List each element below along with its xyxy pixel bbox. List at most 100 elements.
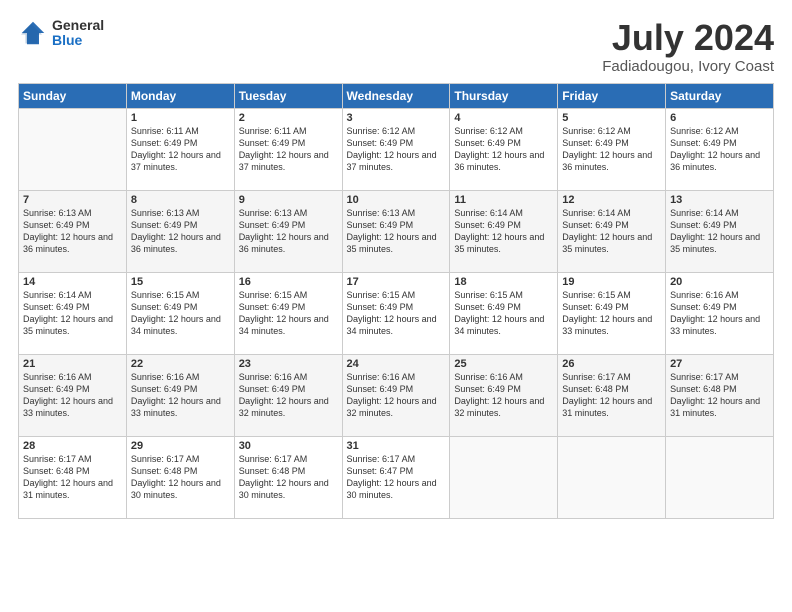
cell-info: Sunrise: 6:12 AMSunset: 6:49 PMDaylight:… bbox=[347, 125, 446, 174]
page: General Blue July 2024 Fadiadougou, Ivor… bbox=[0, 0, 792, 612]
week-row-4: 21Sunrise: 6:16 AMSunset: 6:49 PMDayligh… bbox=[19, 354, 774, 436]
calendar-cell: 20Sunrise: 6:16 AMSunset: 6:49 PMDayligh… bbox=[666, 272, 774, 354]
day-number: 25 bbox=[454, 358, 553, 370]
calendar-cell bbox=[19, 108, 127, 190]
day-number: 12 bbox=[562, 194, 661, 206]
day-number: 31 bbox=[347, 440, 446, 452]
calendar-cell: 9Sunrise: 6:13 AMSunset: 6:49 PMDaylight… bbox=[234, 190, 342, 272]
calendar-cell: 18Sunrise: 6:15 AMSunset: 6:49 PMDayligh… bbox=[450, 272, 558, 354]
calendar-cell: 12Sunrise: 6:14 AMSunset: 6:49 PMDayligh… bbox=[558, 190, 666, 272]
calendar-cell: 24Sunrise: 6:16 AMSunset: 6:49 PMDayligh… bbox=[342, 354, 450, 436]
calendar-cell: 1Sunrise: 6:11 AMSunset: 6:49 PMDaylight… bbox=[126, 108, 234, 190]
logo: General Blue bbox=[18, 18, 104, 49]
day-number: 16 bbox=[239, 276, 338, 288]
week-row-5: 28Sunrise: 6:17 AMSunset: 6:48 PMDayligh… bbox=[19, 436, 774, 518]
cell-info: Sunrise: 6:15 AMSunset: 6:49 PMDaylight:… bbox=[239, 289, 338, 338]
day-number: 19 bbox=[562, 276, 661, 288]
day-number: 6 bbox=[670, 112, 769, 124]
calendar-cell: 15Sunrise: 6:15 AMSunset: 6:49 PMDayligh… bbox=[126, 272, 234, 354]
calendar-cell bbox=[666, 436, 774, 518]
day-number: 10 bbox=[347, 194, 446, 206]
day-number: 3 bbox=[347, 112, 446, 124]
day-number: 11 bbox=[454, 194, 553, 206]
week-row-3: 14Sunrise: 6:14 AMSunset: 6:49 PMDayligh… bbox=[19, 272, 774, 354]
cell-info: Sunrise: 6:12 AMSunset: 6:49 PMDaylight:… bbox=[670, 125, 769, 174]
cell-info: Sunrise: 6:15 AMSunset: 6:49 PMDaylight:… bbox=[347, 289, 446, 338]
weekday-header-sunday: Sunday bbox=[19, 83, 127, 108]
calendar-cell: 11Sunrise: 6:14 AMSunset: 6:49 PMDayligh… bbox=[450, 190, 558, 272]
cell-info: Sunrise: 6:15 AMSunset: 6:49 PMDaylight:… bbox=[131, 289, 230, 338]
logo-text: General Blue bbox=[52, 18, 104, 49]
day-number: 22 bbox=[131, 358, 230, 370]
calendar-cell: 19Sunrise: 6:15 AMSunset: 6:49 PMDayligh… bbox=[558, 272, 666, 354]
logo-general: General bbox=[52, 18, 104, 33]
day-number: 2 bbox=[239, 112, 338, 124]
calendar-cell: 7Sunrise: 6:13 AMSunset: 6:49 PMDaylight… bbox=[19, 190, 127, 272]
cell-info: Sunrise: 6:13 AMSunset: 6:49 PMDaylight:… bbox=[23, 207, 122, 256]
cell-info: Sunrise: 6:14 AMSunset: 6:49 PMDaylight:… bbox=[562, 207, 661, 256]
calendar-cell: 13Sunrise: 6:14 AMSunset: 6:49 PMDayligh… bbox=[666, 190, 774, 272]
cell-info: Sunrise: 6:16 AMSunset: 6:49 PMDaylight:… bbox=[454, 371, 553, 420]
calendar-cell: 10Sunrise: 6:13 AMSunset: 6:49 PMDayligh… bbox=[342, 190, 450, 272]
logo-icon bbox=[18, 18, 48, 48]
calendar-cell: 21Sunrise: 6:16 AMSunset: 6:49 PMDayligh… bbox=[19, 354, 127, 436]
weekday-header-friday: Friday bbox=[558, 83, 666, 108]
cell-info: Sunrise: 6:13 AMSunset: 6:49 PMDaylight:… bbox=[239, 207, 338, 256]
cell-info: Sunrise: 6:17 AMSunset: 6:48 PMDaylight:… bbox=[239, 453, 338, 502]
logo-blue: Blue bbox=[52, 33, 104, 48]
day-number: 14 bbox=[23, 276, 122, 288]
weekday-header-row: SundayMondayTuesdayWednesdayThursdayFrid… bbox=[19, 83, 774, 108]
calendar-cell: 6Sunrise: 6:12 AMSunset: 6:49 PMDaylight… bbox=[666, 108, 774, 190]
cell-info: Sunrise: 6:17 AMSunset: 6:48 PMDaylight:… bbox=[23, 453, 122, 502]
day-number: 17 bbox=[347, 276, 446, 288]
calendar-cell: 5Sunrise: 6:12 AMSunset: 6:49 PMDaylight… bbox=[558, 108, 666, 190]
calendar-cell: 8Sunrise: 6:13 AMSunset: 6:49 PMDaylight… bbox=[126, 190, 234, 272]
day-number: 28 bbox=[23, 440, 122, 452]
day-number: 21 bbox=[23, 358, 122, 370]
day-number: 1 bbox=[131, 112, 230, 124]
calendar-cell: 22Sunrise: 6:16 AMSunset: 6:49 PMDayligh… bbox=[126, 354, 234, 436]
calendar-cell: 14Sunrise: 6:14 AMSunset: 6:49 PMDayligh… bbox=[19, 272, 127, 354]
month-title: July 2024 bbox=[602, 18, 774, 58]
cell-info: Sunrise: 6:13 AMSunset: 6:49 PMDaylight:… bbox=[347, 207, 446, 256]
cell-info: Sunrise: 6:11 AMSunset: 6:49 PMDaylight:… bbox=[239, 125, 338, 174]
day-number: 29 bbox=[131, 440, 230, 452]
calendar-cell: 29Sunrise: 6:17 AMSunset: 6:48 PMDayligh… bbox=[126, 436, 234, 518]
calendar-cell: 28Sunrise: 6:17 AMSunset: 6:48 PMDayligh… bbox=[19, 436, 127, 518]
day-number: 7 bbox=[23, 194, 122, 206]
cell-info: Sunrise: 6:14 AMSunset: 6:49 PMDaylight:… bbox=[454, 207, 553, 256]
cell-info: Sunrise: 6:16 AMSunset: 6:49 PMDaylight:… bbox=[670, 289, 769, 338]
day-number: 15 bbox=[131, 276, 230, 288]
cell-info: Sunrise: 6:14 AMSunset: 6:49 PMDaylight:… bbox=[23, 289, 122, 338]
cell-info: Sunrise: 6:16 AMSunset: 6:49 PMDaylight:… bbox=[347, 371, 446, 420]
weekday-header-wednesday: Wednesday bbox=[342, 83, 450, 108]
calendar-cell: 23Sunrise: 6:16 AMSunset: 6:49 PMDayligh… bbox=[234, 354, 342, 436]
day-number: 23 bbox=[239, 358, 338, 370]
day-number: 18 bbox=[454, 276, 553, 288]
week-row-2: 7Sunrise: 6:13 AMSunset: 6:49 PMDaylight… bbox=[19, 190, 774, 272]
calendar-cell: 27Sunrise: 6:17 AMSunset: 6:48 PMDayligh… bbox=[666, 354, 774, 436]
calendar-cell: 17Sunrise: 6:15 AMSunset: 6:49 PMDayligh… bbox=[342, 272, 450, 354]
cell-info: Sunrise: 6:14 AMSunset: 6:49 PMDaylight:… bbox=[670, 207, 769, 256]
cell-info: Sunrise: 6:15 AMSunset: 6:49 PMDaylight:… bbox=[454, 289, 553, 338]
cell-info: Sunrise: 6:17 AMSunset: 6:48 PMDaylight:… bbox=[670, 371, 769, 420]
location-title: Fadiadougou, Ivory Coast bbox=[602, 58, 774, 75]
day-number: 30 bbox=[239, 440, 338, 452]
calendar-cell: 16Sunrise: 6:15 AMSunset: 6:49 PMDayligh… bbox=[234, 272, 342, 354]
cell-info: Sunrise: 6:11 AMSunset: 6:49 PMDaylight:… bbox=[131, 125, 230, 174]
cell-info: Sunrise: 6:16 AMSunset: 6:49 PMDaylight:… bbox=[239, 371, 338, 420]
cell-info: Sunrise: 6:12 AMSunset: 6:49 PMDaylight:… bbox=[454, 125, 553, 174]
cell-info: Sunrise: 6:13 AMSunset: 6:49 PMDaylight:… bbox=[131, 207, 230, 256]
calendar-cell: 4Sunrise: 6:12 AMSunset: 6:49 PMDaylight… bbox=[450, 108, 558, 190]
cell-info: Sunrise: 6:15 AMSunset: 6:49 PMDaylight:… bbox=[562, 289, 661, 338]
cell-info: Sunrise: 6:16 AMSunset: 6:49 PMDaylight:… bbox=[23, 371, 122, 420]
cell-info: Sunrise: 6:17 AMSunset: 6:48 PMDaylight:… bbox=[562, 371, 661, 420]
day-number: 4 bbox=[454, 112, 553, 124]
calendar-cell: 25Sunrise: 6:16 AMSunset: 6:49 PMDayligh… bbox=[450, 354, 558, 436]
day-number: 5 bbox=[562, 112, 661, 124]
calendar-cell: 2Sunrise: 6:11 AMSunset: 6:49 PMDaylight… bbox=[234, 108, 342, 190]
cell-info: Sunrise: 6:17 AMSunset: 6:47 PMDaylight:… bbox=[347, 453, 446, 502]
cell-info: Sunrise: 6:12 AMSunset: 6:49 PMDaylight:… bbox=[562, 125, 661, 174]
day-number: 8 bbox=[131, 194, 230, 206]
weekday-header-thursday: Thursday bbox=[450, 83, 558, 108]
